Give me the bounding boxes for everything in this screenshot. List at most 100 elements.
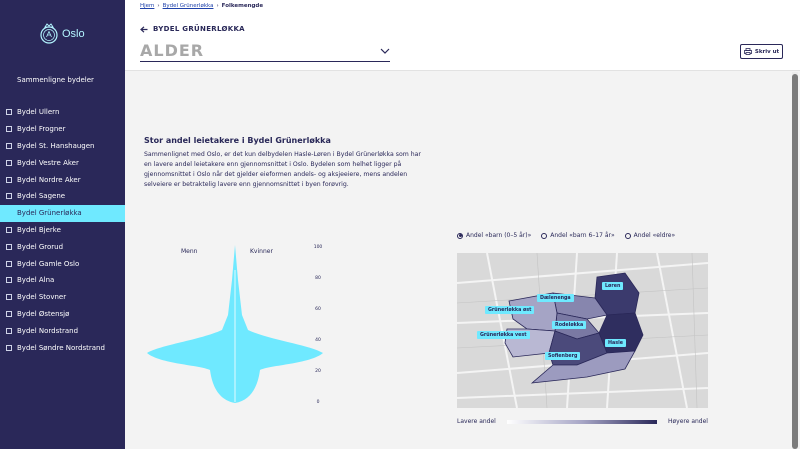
checkbox[interactable] [6,142,12,149]
breadcrumb: Hjem › Bydel Grünerløkka › Folkemengde [140,3,263,9]
sidebar-item-label: Bydel Gamle Oslo [17,259,80,268]
sidebar-item-district[interactable]: Bydel St. Hanshaugen [0,138,125,155]
pyramid-men-area [147,245,235,403]
map-label-daelenenga: Dælenenga [537,294,574,302]
radio-elderly[interactable]: Andel «eldre» [624,232,676,239]
logo-text: Oslo [62,28,85,40]
legend-gradient [506,419,657,424]
radio-children-6-17[interactable]: Andel «barn 6–17 år» [541,232,615,239]
back-link[interactable]: BYDEL GRÜNERLØKKA [140,25,245,33]
breadcrumb-separator: › [216,3,219,9]
header: Hjem › Bydel Grünerløkka › Folkemengde B… [125,0,800,71]
map-label-rodelokka: Rodeløkka [552,321,587,329]
back-link-label: BYDEL GRÜNERLØKKA [153,25,245,33]
map-label-grunerlokka-vest: Grünerløkka vest [477,331,530,339]
sidebar-item-district[interactable]: Bydel Sagene [0,188,125,205]
population-pyramid [147,245,323,403]
print-button[interactable]: Skriv ut [740,44,783,59]
oslo-logo[interactable]: Oslo [39,23,85,45]
checkbox[interactable] [6,176,12,183]
checkbox[interactable] [6,159,12,166]
sidebar-item-label: Bydel St. Hanshaugen [17,141,95,150]
breadcrumb-home[interactable]: Hjem [140,3,154,9]
checkbox[interactable] [6,327,12,334]
map-label-sofienberg: Sofienberg [545,352,581,360]
radio-label: Andel «barn (0–5 år)» [466,232,532,239]
radio-children-0-5[interactable]: Andel «barn (0–5 år)» [457,232,531,239]
breadcrumb-separator: › [157,3,160,9]
legend-high-label: Høyere andel [667,418,708,425]
y-tick: 80 [315,276,321,281]
arrow-left-icon [140,25,148,33]
y-tick: 20 [315,369,321,374]
topic-select-value: ALDER [140,41,205,60]
sidebar-item-label: Bydel Ullern [17,108,60,117]
sidebar-item-district[interactable]: Bydel Søndre Nordstrand [0,339,125,356]
breadcrumb-district[interactable]: Bydel Grünerløkka [163,3,214,9]
sidebar-item-district[interactable]: Bydel Gamle Oslo [0,255,125,272]
checkbox[interactable] [6,277,12,284]
sidebar-item-district[interactable]: Bydel Grorud [0,238,125,255]
sidebar-item-district[interactable]: Bydel Frogner [0,121,125,138]
section-title: Stor andel leietakere i Bydel Grünerløkk… [144,136,331,145]
radio-label: Andel «eldre» [633,232,676,239]
sidebar-item-district[interactable]: Bydel Alna [0,272,125,289]
checkbox[interactable] [6,294,12,301]
sidebar-item-district[interactable]: Bydel Ullern [0,104,125,121]
radio-label: Andel «barn 6–17 år» [550,232,615,239]
chevron-down-icon [380,48,390,54]
checkbox[interactable] [6,310,12,317]
sidebar-item-district[interactable]: Bydel Bjerke [0,222,125,239]
sidebar-item-district[interactable]: Bydel Nordre Aker [0,171,125,188]
y-tick: 40 [315,338,321,343]
radio-dot[interactable] [457,232,463,239]
sidebar-item-label: Bydel Nordstrand [17,326,79,335]
sidebar-item-label: Bydel Søndre Nordstrand [17,343,105,352]
sidebar-item-district[interactable]: Bydel Grünerløkka [0,204,125,222]
printer-icon [743,48,752,55]
sidebar-item-district[interactable]: Bydel Nordstrand [0,322,125,339]
sidebar-item-label: Bydel Alna [17,276,55,285]
sidebar-item-label: Bydel Stovner [17,293,67,302]
district-list: Bydel Ullern Bydel Frogner Bydel St. Hansh… [0,104,125,356]
checkbox[interactable] [6,344,12,351]
checkbox[interactable] [6,126,12,133]
radio-dot[interactable] [624,232,631,239]
district-map[interactable]: Løren Dælenenga Grünerløkka øst Rodeløkk… [457,253,708,408]
breadcrumb-current: Folkemengde [221,3,264,9]
section-description: Sammenlignet med Oslo, er det kun delbyd… [144,151,421,188]
topic-select[interactable]: ALDER [140,40,390,62]
sidebar-item-district[interactable]: Bydel Østensjø [0,306,125,323]
sidebar-item-label: Bydel Vestre Aker [17,158,79,167]
sidebar-item-label: Bydel Bjerke [17,225,61,234]
area-hasle [598,312,644,354]
sidebar-item-label: Bydel Nordre Aker [17,175,81,184]
sidebar-item-label: Bydel Østensjø [17,309,70,318]
map-label-hasle: Hasle [605,339,627,347]
sidebar-item-district[interactable]: Bydel Vestre Aker [0,154,125,171]
print-button-label: Skriv ut [754,48,780,55]
checkbox[interactable] [6,226,12,233]
map-label-loren: Løren [602,282,624,290]
sidebar-item-label: Bydel Frogner [17,125,66,134]
y-tick: 100 [313,245,323,250]
checkbox[interactable] [6,260,12,267]
scrollbar-thumb[interactable] [792,74,798,449]
map-legend: Lavere andel Høyere andel [457,418,708,425]
scrollbar[interactable] [792,72,798,449]
checkbox[interactable] [6,243,12,250]
radio-dot[interactable] [541,232,548,239]
sidebar-item-label: Bydel Grünerløkka [17,209,82,218]
sidebar: Oslo Sammenligne bydeler Bydel Ullern Byd… [0,0,125,449]
compare-districts-label: Sammenligne bydeler [17,76,94,84]
sidebar-item-label: Bydel Sagene [17,192,66,201]
checkbox[interactable] [6,109,12,116]
checkbox[interactable] [6,193,12,200]
sidebar-item-label: Bydel Grorud [17,242,64,251]
oslo-seal-icon [40,23,58,44]
y-tick: 60 [315,307,321,312]
pyramid-women-area [235,245,323,403]
sidebar-item-district[interactable]: Bydel Stovner [0,289,125,306]
y-tick: 0 [316,400,320,405]
map-indicator-options: Andel «barn (0–5 år)» Andel «barn 6–17 å… [457,232,675,239]
